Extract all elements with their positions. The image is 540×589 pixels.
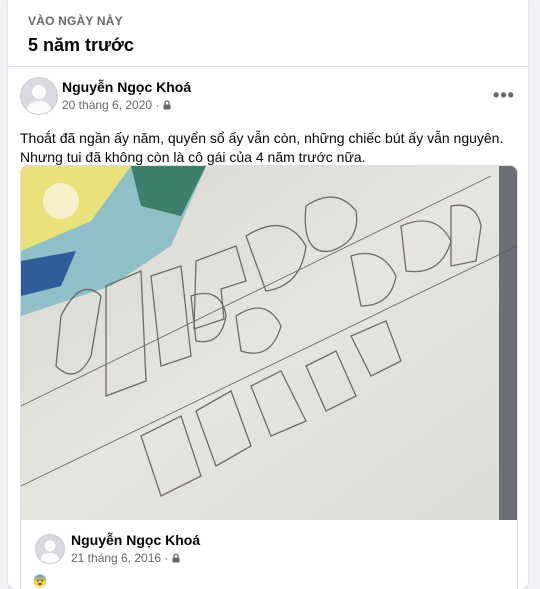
post-date[interactable]: 20 tháng 6, 2020 · <box>62 98 159 112</box>
sketch-drawing <box>21 166 517 520</box>
lock-icon[interactable] <box>162 100 172 110</box>
post-text: Thoắt đã ngần ấy năm, quyển sổ ấy vẫn cò… <box>20 130 504 165</box>
memories-header: VÀO NGÀY NÀY 5 năm trước <box>8 0 528 67</box>
shared-author-avatar[interactable] <box>35 534 65 564</box>
post-meta: 20 tháng 6, 2020 · <box>62 98 172 112</box>
shared-author-name[interactable]: Nguyễn Ngọc Khoá <box>71 532 200 548</box>
shared-post-meta: 21 tháng 6, 2016 · <box>71 551 181 565</box>
default-avatar-icon <box>27 85 51 114</box>
memory-card: VÀO NGÀY NÀY 5 năm trước Nguyễn Ngọc Kho… <box>8 0 528 589</box>
more-options-icon[interactable]: ••• <box>490 81 518 109</box>
sketchbook-photo[interactable] <box>21 166 517 520</box>
lock-icon[interactable] <box>171 553 181 563</box>
post-author-name[interactable]: Nguyễn Ngọc Khoá <box>62 79 191 95</box>
shared-post-date[interactable]: 21 tháng 6, 2016 · <box>71 551 168 565</box>
shared-post-footer: Nguyễn Ngọc Khoá 21 tháng 6, 2016 · <box>21 520 517 589</box>
post-header: Nguyễn Ngọc Khoá 20 tháng 6, 2020 · ••• <box>8 67 528 131</box>
memories-label: VÀO NGÀY NÀY <box>28 14 123 28</box>
shared-post[interactable]: Nguyễn Ngọc Khoá 21 tháng 6, 2016 · <box>20 165 518 589</box>
default-avatar-icon <box>40 540 60 563</box>
anxious-face-emoji-icon <box>33 574 47 588</box>
author-avatar[interactable] <box>20 77 58 115</box>
memories-title: 5 năm trước <box>28 35 134 55</box>
